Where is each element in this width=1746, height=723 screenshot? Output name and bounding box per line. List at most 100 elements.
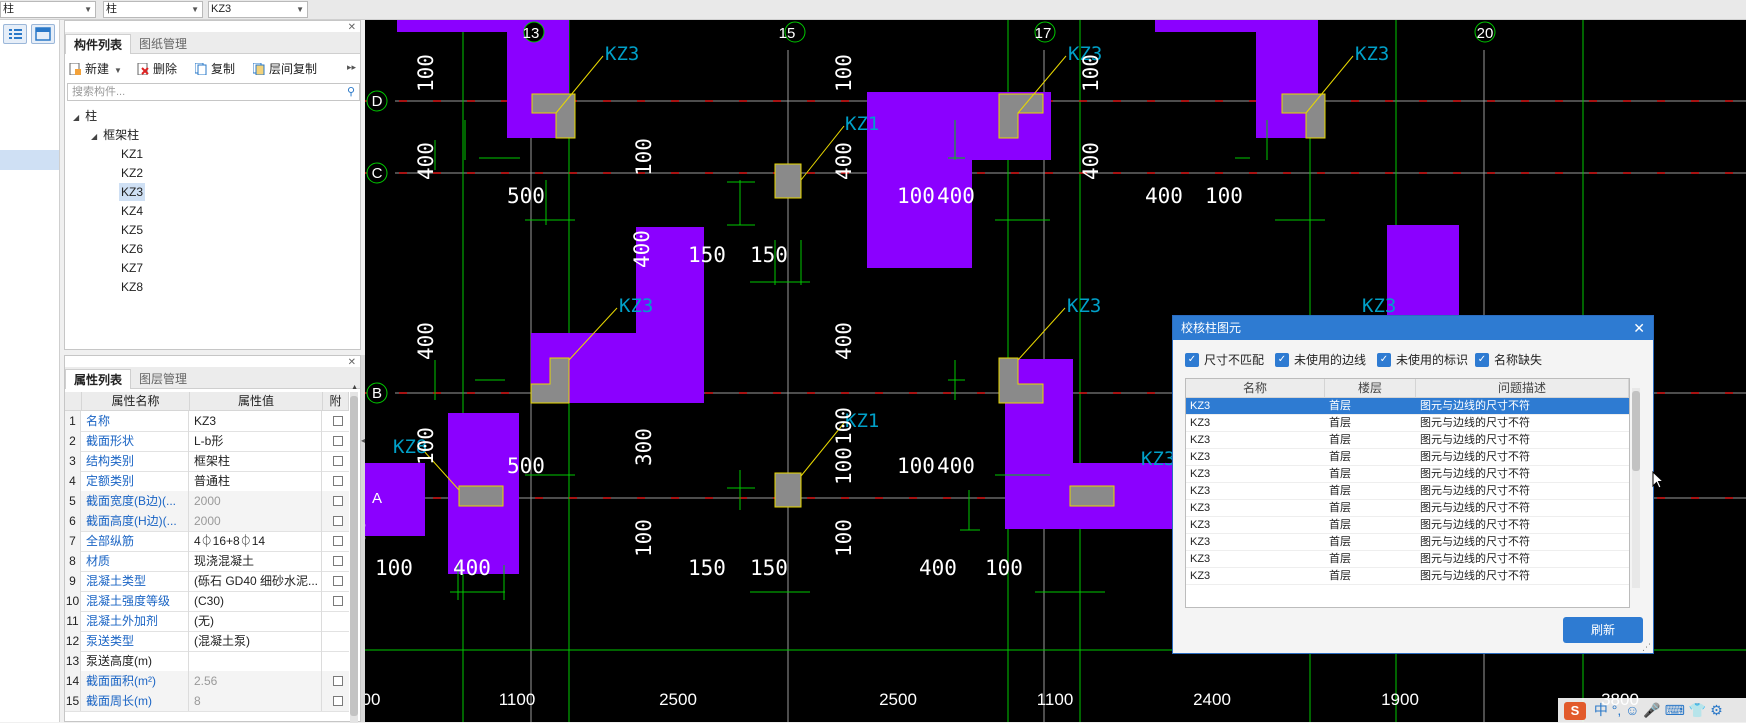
- property-row[interactable]: 4 定额类别 普通柱: [65, 471, 349, 492]
- property-value[interactable]: 2.56: [190, 671, 322, 691]
- check-name-missing[interactable]: ✓ 名称缺失: [1475, 352, 1542, 368]
- attach-checkbox[interactable]: [333, 416, 343, 426]
- list-view-icon[interactable]: [3, 24, 27, 44]
- attach-checkbox[interactable]: [333, 556, 343, 566]
- delete-button[interactable]: 删除: [135, 60, 177, 78]
- sogou-logo-icon[interactable]: S: [1564, 702, 1586, 721]
- property-value[interactable]: 2000: [190, 511, 322, 531]
- attach-checkbox[interactable]: [333, 516, 343, 526]
- tree-item-kz5[interactable]: KZ5: [121, 221, 143, 239]
- tree-item-kz3[interactable]: KZ3: [119, 183, 146, 201]
- resize-grip-icon[interactable]: ⋰: [1642, 642, 1651, 653]
- nav-selected-item[interactable]: [0, 150, 59, 170]
- new-button[interactable]: 新建 ▼: [67, 60, 122, 78]
- property-value[interactable]: KZ3: [190, 411, 322, 431]
- issue-row[interactable]: KZ3 首层 图元与边线的尺寸不符: [1186, 534, 1629, 551]
- collapse-triangle-icon[interactable]: ◢: [73, 113, 79, 122]
- property-row[interactable]: 13 泵送高度(m): [65, 651, 349, 672]
- attach-checkbox[interactable]: [333, 696, 343, 706]
- checkbox-icon[interactable]: ✓: [1275, 353, 1289, 367]
- issue-scroll-thumb[interactable]: [1632, 391, 1640, 471]
- issue-row[interactable]: KZ3 首层 图元与边线的尺寸不符: [1186, 415, 1629, 432]
- column-kz3[interactable]: [1069, 485, 1115, 507]
- copy-button[interactable]: 复制: [193, 60, 235, 78]
- property-row[interactable]: 7 全部纵筋 4⏀16+8⏀14: [65, 531, 349, 552]
- property-value[interactable]: L-b形: [190, 431, 322, 451]
- tree-item-kz6[interactable]: KZ6: [121, 240, 143, 258]
- property-row[interactable]: 12 泵送类型 (混凝土泵): [65, 631, 349, 652]
- column-kz1[interactable]: [774, 472, 802, 508]
- tab-property-list[interactable]: 属性列表: [65, 369, 132, 389]
- dialog-title[interactable]: 校核柱图元: [1173, 316, 1653, 340]
- panel-view-icon[interactable]: [31, 24, 55, 44]
- tree-item-kz7[interactable]: KZ7: [121, 259, 143, 277]
- property-value[interactable]: (砾石 GD40 细砂水泥...: [190, 571, 322, 591]
- component-search-input[interactable]: 搜索构件... ⚲: [67, 83, 360, 101]
- layer-type-select[interactable]: 柱 ▼: [0, 1, 96, 18]
- attach-checkbox[interactable]: [333, 576, 343, 586]
- column-kz8[interactable]: [458, 485, 504, 507]
- property-row[interactable]: 8 材质 现浇混凝土: [65, 551, 349, 572]
- tab-component-list[interactable]: 构件列表: [65, 34, 132, 54]
- checkbox-icon[interactable]: ✓: [1475, 353, 1489, 367]
- issue-row[interactable]: KZ3 首层 图元与边线的尺寸不符: [1186, 432, 1629, 449]
- issue-row[interactable]: KZ3 首层 图元与边线的尺寸不符: [1186, 500, 1629, 517]
- property-row[interactable]: 3 结构类别 框架柱: [65, 451, 349, 472]
- checkbox-icon[interactable]: ✓: [1377, 353, 1391, 367]
- issue-row[interactable]: KZ3 首层 图元与边线的尺寸不符: [1186, 517, 1629, 534]
- property-value[interactable]: 4⏀16+8⏀14: [190, 531, 322, 551]
- tree-item-kz1[interactable]: KZ1: [121, 145, 143, 163]
- tab-layer-management[interactable]: 图层管理: [131, 369, 195, 389]
- issue-row[interactable]: KZ3 首层 图元与边线的尺寸不符: [1186, 398, 1629, 415]
- tree-item-kz4[interactable]: KZ4: [121, 202, 143, 220]
- property-value[interactable]: 普通柱: [190, 471, 322, 491]
- tree-group[interactable]: ◢ 框架柱: [91, 126, 139, 144]
- property-row[interactable]: 14 截面面积(m²) 2.56: [65, 671, 349, 692]
- property-value[interactable]: 8: [190, 691, 322, 711]
- check-size-mismatch[interactable]: ✓ 尺寸不匹配: [1185, 352, 1264, 368]
- more-arrow-icon[interactable]: ▸▸: [347, 62, 356, 73]
- issue-row[interactable]: KZ3 首层 图元与边线的尺寸不符: [1186, 466, 1629, 483]
- element-type-select[interactable]: 柱 ▼: [103, 1, 203, 18]
- floor-copy-button[interactable]: 层间复制: [251, 60, 317, 78]
- collapse-triangle-icon[interactable]: ◢: [91, 132, 97, 141]
- check-unused-mark[interactable]: ✓ 未使用的标识: [1377, 352, 1468, 368]
- close-icon[interactable]: ✕: [1633, 316, 1645, 340]
- attach-checkbox[interactable]: [333, 596, 343, 606]
- checkbox-icon[interactable]: ✓: [1185, 353, 1199, 367]
- property-row[interactable]: 2 截面形状 L-b形: [65, 431, 349, 452]
- scroll-up-icon[interactable]: ▲: [351, 384, 358, 391]
- property-row[interactable]: 15 截面周长(m) 8: [65, 691, 349, 712]
- attach-checkbox[interactable]: [333, 536, 343, 546]
- issue-row[interactable]: KZ3 首层 图元与边线的尺寸不符: [1186, 568, 1629, 585]
- tree-item-kz2[interactable]: KZ2: [121, 164, 143, 182]
- property-row[interactable]: 6 截面高度(H边)(... 2000: [65, 511, 349, 532]
- attach-checkbox[interactable]: [333, 476, 343, 486]
- property-value[interactable]: 现浇混凝土: [190, 551, 322, 571]
- tree-item-kz8[interactable]: KZ8: [121, 278, 143, 296]
- property-value[interactable]: [190, 651, 322, 671]
- property-value[interactable]: 框架柱: [190, 451, 322, 471]
- property-value[interactable]: 2000: [190, 491, 322, 511]
- tree-root[interactable]: ◢ 柱: [73, 107, 97, 125]
- refresh-button[interactable]: 刷新: [1563, 617, 1643, 643]
- issue-row[interactable]: KZ3 首层 图元与边线的尺寸不符: [1186, 551, 1629, 568]
- attach-checkbox[interactable]: [333, 436, 343, 446]
- property-scroll-thumb[interactable]: [350, 396, 358, 716]
- property-row[interactable]: 5 截面宽度(B边)(... 2000: [65, 491, 349, 512]
- property-row[interactable]: 1 名称 KZ3: [65, 411, 349, 432]
- issue-row[interactable]: KZ3 首层 图元与边线的尺寸不符: [1186, 449, 1629, 466]
- component-select[interactable]: KZ3 ▼: [208, 1, 308, 18]
- tab-drawing-management[interactable]: 图纸管理: [131, 34, 195, 54]
- check-unused-edge[interactable]: ✓ 未使用的边线: [1275, 352, 1366, 368]
- property-row[interactable]: 11 混凝土外加剂 (无): [65, 611, 349, 632]
- ime-status-icons[interactable]: 中 °, ☺ 🎤 ⌨ 👕 ⚙: [1594, 702, 1723, 718]
- property-value[interactable]: (混凝土泵): [190, 631, 322, 651]
- column-kz1[interactable]: [774, 163, 802, 199]
- property-row[interactable]: 10 混凝土强度等级 (C30): [65, 591, 349, 612]
- attach-checkbox[interactable]: [333, 456, 343, 466]
- property-value[interactable]: (无): [190, 611, 322, 631]
- property-value[interactable]: (C30): [190, 591, 322, 611]
- search-icon[interactable]: ⚲: [347, 84, 355, 100]
- issue-row[interactable]: KZ3 首层 图元与边线的尺寸不符: [1186, 483, 1629, 500]
